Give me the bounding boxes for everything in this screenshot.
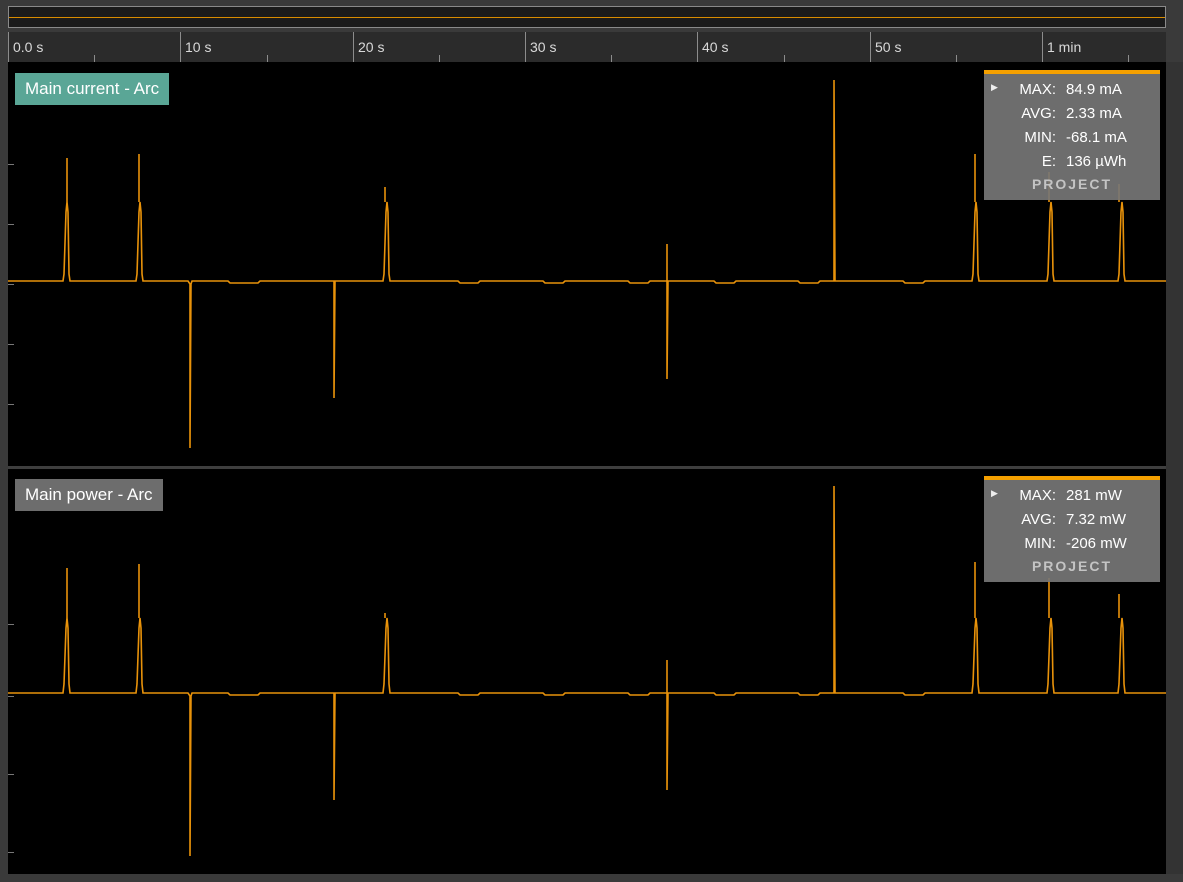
- stat-max: MAX: 84.9 mA: [984, 78, 1160, 102]
- stat-key: MAX:: [1019, 81, 1056, 98]
- overview-trace: [9, 17, 1165, 18]
- tick-10s: 10 s: [180, 32, 211, 62]
- stat-value: 2.33 mA: [1066, 105, 1122, 122]
- stat-value: 281 mW: [1066, 487, 1122, 504]
- minor-tick: [1128, 55, 1129, 62]
- time-ruler[interactable]: 0.0 s 10 s 20 s 30 s 40 s 50 s 1 min: [8, 32, 1166, 62]
- stat-energy: E: 136 µWh: [984, 150, 1160, 174]
- lane-divider[interactable]: [8, 466, 1166, 469]
- tick-0s: 0.0 s: [8, 32, 43, 62]
- stat-avg: AVG: 2.33 mA: [984, 102, 1160, 126]
- lane-label-current[interactable]: Main current - Arc: [15, 73, 170, 105]
- lane-label-power[interactable]: Main power - Arc: [15, 479, 163, 511]
- stat-key: MAX:: [1019, 487, 1056, 504]
- stat-key: MIN:: [1024, 535, 1056, 552]
- vertical-scrollbar[interactable]: [1166, 62, 1183, 874]
- minor-tick: [267, 55, 268, 62]
- stat-value: 136 µWh: [1066, 153, 1127, 170]
- tick-20s: 20 s: [353, 32, 384, 62]
- stat-avg: AVG: 7.32 mW: [984, 508, 1160, 532]
- minor-tick: [784, 55, 785, 62]
- project-button[interactable]: PROJECT: [984, 176, 1160, 192]
- overview-minimap[interactable]: [8, 6, 1166, 28]
- stat-max: MAX: 281 mW: [984, 484, 1160, 508]
- stat-value: -68.1 mA: [1066, 129, 1127, 146]
- stat-value: 7.32 mW: [1066, 511, 1127, 528]
- plot-area[interactable]: Main current - Arc ▶ MAX: 84.9 mA AVG: 2…: [8, 62, 1166, 874]
- stat-key: AVG:: [1021, 105, 1056, 122]
- stat-key: MIN:: [1024, 129, 1056, 146]
- minor-tick: [94, 55, 95, 62]
- stat-min: MIN: -206 mW: [984, 532, 1160, 556]
- stat-value: -206 mW: [1066, 535, 1127, 552]
- stats-panel-current[interactable]: ▶ MAX: 84.9 mA AVG: 2.33 mA MIN: -68.1 m…: [984, 70, 1160, 200]
- tick-30s: 30 s: [525, 32, 556, 62]
- tick-50s: 50 s: [870, 32, 901, 62]
- tick-40s: 40 s: [697, 32, 728, 62]
- stats-panel-power[interactable]: ▶ MAX: 281 mW AVG: 7.32 mW MIN: -206 mW …: [984, 476, 1160, 582]
- minor-tick: [611, 55, 612, 62]
- stat-key: E:: [1041, 153, 1056, 170]
- minor-tick: [956, 55, 957, 62]
- stat-value: 84.9 mA: [1066, 81, 1122, 98]
- stat-key: AVG:: [1021, 511, 1056, 528]
- minor-tick: [439, 55, 440, 62]
- stat-min: MIN: -68.1 mA: [984, 126, 1160, 150]
- tick-1min: 1 min: [1042, 32, 1081, 62]
- project-button[interactable]: PROJECT: [984, 558, 1160, 574]
